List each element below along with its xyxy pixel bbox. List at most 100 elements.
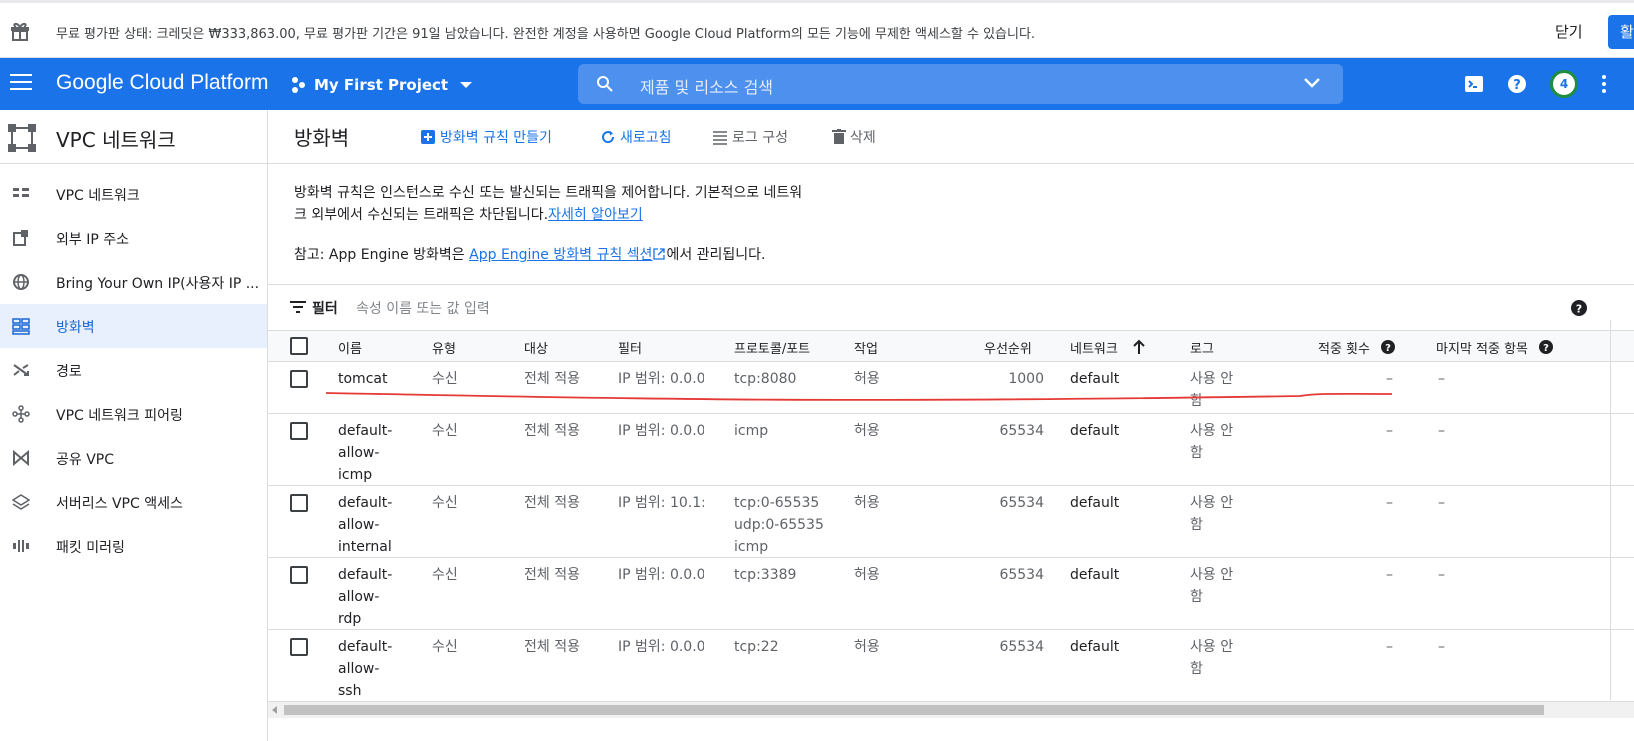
cell-name[interactable]: default- allow- internal bbox=[338, 492, 392, 558]
row-checkbox[interactable] bbox=[290, 422, 308, 440]
cell-target: 전체 적용 bbox=[524, 495, 580, 511]
column-header-target[interactable]: 대상 bbox=[524, 338, 548, 357]
refresh-label: 새로고침 bbox=[620, 130, 672, 146]
horizontal-scrollbar[interactable] bbox=[268, 702, 1634, 718]
select-all-checkbox[interactable] bbox=[290, 337, 308, 355]
cell-name[interactable]: default- allow- icmp bbox=[338, 420, 392, 486]
filter-bar[interactable]: 필터 속성 이름 또는 값 입력 ? bbox=[268, 284, 1634, 330]
trash-icon bbox=[832, 129, 846, 144]
sidebar-item-serverless[interactable]: 서버리스 VPC 액세스 bbox=[0, 480, 267, 524]
product-logo[interactable]: Google Cloud Platform bbox=[56, 71, 268, 95]
cell-priority: 1000 bbox=[1008, 371, 1044, 387]
table-row[interactable]: default- allow- internal 수신 전체 적용 IP 범위: 10… bbox=[268, 486, 1634, 558]
column-header-filter[interactable]: 필터 bbox=[618, 338, 642, 357]
description-line: 크 외부에서 수신되는 트래픽은 차단됩니다. bbox=[294, 207, 549, 223]
cell-last-hit: – bbox=[1438, 567, 1445, 583]
column-header-network[interactable]: 네트워크 bbox=[1070, 338, 1118, 357]
description-line: 방화벽 규칙은 인스턴스로 수신 또는 발신되는 트래픽을 제어합니다. 기본적… bbox=[294, 185, 803, 201]
dismiss-button[interactable]: 닫기 bbox=[1555, 21, 1583, 42]
filter-input[interactable]: 속성 이름 또는 값 입력 bbox=[356, 298, 490, 318]
svg-text:?: ? bbox=[1385, 343, 1391, 354]
more-vert-icon[interactable] bbox=[1592, 72, 1616, 96]
list-icon bbox=[713, 131, 727, 145]
cell-protocol: tcp:8080 bbox=[734, 371, 797, 387]
row-checkbox[interactable] bbox=[290, 566, 308, 584]
column-header-logs[interactable]: 로그 bbox=[1190, 338, 1214, 357]
cell-last-hit: – bbox=[1438, 423, 1445, 439]
cell-action: 허용 bbox=[854, 423, 880, 439]
column-header-last-hit[interactable]: 마지막 적중 항목 bbox=[1436, 338, 1528, 357]
scrollbar-thumb[interactable] bbox=[284, 705, 1544, 715]
sidebar-item-shared-vpc[interactable]: 공유 VPC bbox=[0, 436, 267, 480]
refresh-button[interactable]: 새로고침 bbox=[600, 127, 672, 147]
help-icon[interactable]: ? bbox=[1505, 72, 1529, 96]
globe-icon bbox=[13, 274, 29, 290]
table-row[interactable]: default- allow- icmp 수신 전체 적용 IP 범위: 0.0.0 i… bbox=[268, 414, 1634, 486]
svg-text:?: ? bbox=[1543, 343, 1549, 354]
cell-name[interactable]: default- allow- rdp bbox=[338, 564, 392, 630]
sidebar-header: VPC 네트워크 bbox=[0, 110, 267, 164]
create-firewall-rule-button[interactable]: 방화벽 규칙 만들기 bbox=[420, 127, 552, 147]
logs-label: 로그 구성 bbox=[732, 130, 788, 146]
sidebar-item-label: 방화벽 bbox=[56, 320, 95, 336]
app-engine-rules-link[interactable]: App Engine 방화벽 규칙 섹션 bbox=[469, 247, 652, 263]
sidebar-item-vpc-network[interactable]: VPC 네트워크 bbox=[0, 172, 267, 216]
project-selector[interactable]: My First Project bbox=[292, 73, 473, 97]
column-header-protocol[interactable]: 프로토콜/포트 bbox=[734, 338, 810, 357]
sidebar: VPC 네트워크 VPC 네트워크 외부 IP 주소 Bring Your Ow… bbox=[0, 110, 268, 741]
help-icon[interactable]: ? bbox=[1380, 339, 1396, 355]
learn-more-link[interactable]: 자세히 알아보기 bbox=[548, 207, 643, 223]
shared-vpc-icon bbox=[13, 449, 29, 467]
table-row[interactable]: default- allow- ssh 수신 전체 적용 IP 범위: 0.0.0 tc… bbox=[268, 630, 1634, 702]
hamburger-menu-icon[interactable] bbox=[10, 74, 32, 94]
configure-logs-button[interactable]: 로그 구성 bbox=[712, 127, 788, 147]
cell-name[interactable]: tomcat bbox=[338, 368, 387, 390]
delete-button[interactable]: 삭제 bbox=[832, 127, 876, 147]
column-header-priority[interactable]: 우선순위 bbox=[984, 338, 1032, 357]
cell-logs: 사용 안 함 bbox=[1190, 423, 1234, 461]
peering-icon bbox=[12, 405, 30, 423]
page-title: 방화벽 bbox=[294, 126, 350, 150]
help-icon[interactable]: ? bbox=[1538, 339, 1554, 355]
cloud-shell-icon[interactable] bbox=[1462, 72, 1486, 96]
cell-type: 수신 bbox=[432, 639, 458, 655]
cell-type: 수신 bbox=[432, 495, 458, 511]
svg-text:?: ? bbox=[1513, 78, 1521, 93]
delete-label: 삭제 bbox=[850, 130, 876, 146]
sidebar-item-firewall[interactable]: 방화벽 bbox=[0, 304, 267, 348]
scroll-left-icon[interactable] bbox=[272, 706, 277, 714]
filter-list-icon bbox=[290, 301, 306, 313]
table-row[interactable]: default- allow- rdp 수신 전체 적용 IP 범위: 0.0.0 tc… bbox=[268, 558, 1634, 630]
sidebar-item-label: 서버리스 VPC 액세스 bbox=[56, 496, 183, 512]
sidebar-item-peering[interactable]: VPC 네트워크 피어링 bbox=[0, 392, 267, 436]
search-input[interactable]: 제품 및 리소스 검색 bbox=[640, 74, 773, 98]
chevron-down-icon[interactable] bbox=[1303, 76, 1321, 90]
column-header-hits[interactable]: 적중 횟수 bbox=[1318, 338, 1370, 357]
help-icon[interactable]: ? bbox=[1570, 299, 1588, 317]
cell-logs: 사용 안 함 bbox=[1190, 371, 1234, 409]
external-ip-icon bbox=[13, 230, 28, 246]
column-header-type[interactable]: 유형 bbox=[432, 338, 456, 357]
external-link-icon bbox=[653, 248, 666, 260]
routes-icon bbox=[13, 364, 29, 376]
cell-target: 전체 적용 bbox=[524, 371, 580, 387]
arrow-upward-icon[interactable] bbox=[1132, 339, 1146, 355]
sidebar-title: VPC 네트워크 bbox=[56, 128, 176, 152]
row-checkbox[interactable] bbox=[290, 370, 308, 388]
search-bar[interactable]: 제품 및 리소스 검색 bbox=[578, 64, 1343, 104]
cell-name[interactable]: default- allow- ssh bbox=[338, 636, 392, 702]
cell-action: 허용 bbox=[854, 567, 880, 583]
table-row[interactable]: tomcat 수신 전체 적용 IP 범위: 0.0.0 tcp:8080 허용 1000 d… bbox=[268, 362, 1634, 414]
row-checkbox[interactable] bbox=[290, 494, 308, 512]
sidebar-item-mirroring[interactable]: 패킷 미러링 bbox=[0, 524, 267, 568]
sidebar-item-external-ip[interactable]: 외부 IP 주소 bbox=[0, 216, 267, 260]
sidebar-item-routes[interactable]: 경로 bbox=[0, 348, 267, 392]
activate-button[interactable]: 활 bbox=[1608, 15, 1634, 49]
column-header-name[interactable]: 이름 bbox=[338, 338, 362, 357]
sidebar-item-byoip[interactable]: Bring Your Own IP(사용자 IP ... bbox=[0, 260, 267, 304]
notifications-badge[interactable]: 4 bbox=[1550, 70, 1578, 98]
sidebar-item-label: VPC 네트워크 피어링 bbox=[56, 408, 183, 424]
column-header-action[interactable]: 작업 bbox=[854, 338, 878, 357]
row-checkbox[interactable] bbox=[290, 638, 308, 656]
cell-filter: IP 범위: 0.0.0 bbox=[618, 639, 704, 655]
